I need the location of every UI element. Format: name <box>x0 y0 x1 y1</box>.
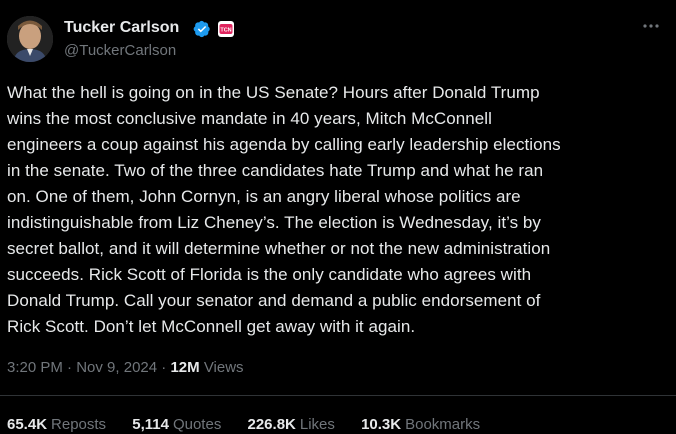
avatar[interactable] <box>7 16 53 62</box>
bookmarks-count: 10.3K <box>361 416 402 433</box>
reposts-count: 65.4K <box>7 416 48 433</box>
affiliation-badge-icon[interactable]: TCN <box>218 21 234 37</box>
bookmarks-stat[interactable]: 10.3K Bookmarks <box>361 416 480 433</box>
likes-count: 226.8K <box>247 416 296 433</box>
views-count: 12M <box>170 359 200 376</box>
avatar-image <box>7 16 53 62</box>
quotes-label: Quotes <box>172 416 222 433</box>
quotes-stat[interactable]: 5,114 Quotes <box>132 416 221 433</box>
bookmarks-label: Bookmarks <box>405 416 481 433</box>
author-name[interactable]: Tucker Carlson <box>64 19 179 37</box>
svg-text:TCN: TCN <box>220 28 231 34</box>
tweet-date[interactable]: Nov 9, 2024 <box>76 359 157 376</box>
verified-badge-icon <box>193 20 210 38</box>
engagement-stats: 65.4K Reposts 5,114 Quotes 226.8K Likes 10.… <box>7 416 502 433</box>
tweet-meta: 3:20 PM · Nov 9, 2024 · 12M Views <box>7 359 244 376</box>
likes-stat[interactable]: 226.8K Likes <box>248 416 335 433</box>
more-options-icon[interactable] <box>640 15 662 37</box>
reposts-stat[interactable]: 65.4K Reposts <box>7 416 106 433</box>
divider <box>0 395 676 396</box>
tweet-time[interactable]: 3:20 PM <box>7 359 63 376</box>
views-label: Views <box>203 359 244 376</box>
quotes-count: 5,114 <box>132 416 169 433</box>
author-handle[interactable]: @TuckerCarlson <box>64 42 176 59</box>
meta-separator: · <box>67 359 73 376</box>
reposts-label: Reposts <box>51 416 107 433</box>
likes-label: Likes <box>299 416 335 433</box>
tweet-text: What the hell is going on in the US Sena… <box>7 83 561 336</box>
meta-separator: · <box>161 359 167 376</box>
